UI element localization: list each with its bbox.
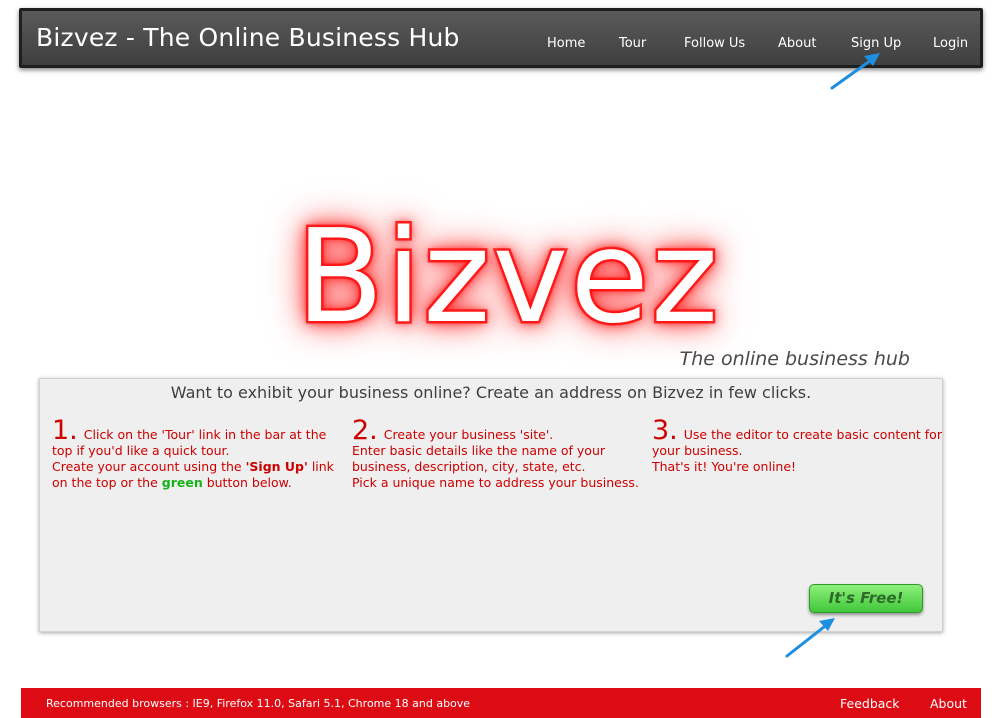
bizvez-neon-logo: Bizvez: [293, 201, 721, 355]
sign-up-emphasis: 'Sign Up': [245, 459, 308, 474]
nav-login-link[interactable]: Login: [933, 36, 968, 51]
recommended-browsers-text: Recommended browsers : IE9, Firefox 11.0…: [46, 697, 471, 710]
step-number: 1.: [52, 415, 78, 446]
step-1: 1. Click on the 'Tour' link in the bar at…: [52, 417, 342, 491]
arrow-pointer-icon: [830, 53, 880, 90]
its-free-button[interactable]: It's Free!: [809, 584, 923, 613]
step-text: Use the editor to create basic content f…: [652, 427, 942, 458]
step-text: Create your business 'site'.: [383, 427, 554, 442]
step-2: 2. Create your business 'site'. Enter bas…: [352, 417, 642, 491]
step-number: 3.: [652, 415, 678, 446]
footer-feedback-link[interactable]: Feedback: [840, 696, 900, 711]
nav-sign-up-link[interactable]: Sign Up: [851, 36, 901, 51]
arrow-pointer-icon: [785, 618, 835, 658]
step-text: button below.: [202, 475, 292, 490]
nav-about-link[interactable]: About: [778, 36, 816, 51]
step-text: Pick a unique name to address your busin…: [352, 475, 639, 490]
step-text: Enter basic details like the name of you…: [352, 443, 606, 474]
nav-home-link[interactable]: Home: [547, 36, 585, 51]
green-emphasis: green: [161, 475, 203, 490]
step-number: 2.: [352, 415, 378, 446]
step-text: Create your account using the: [52, 459, 246, 474]
footer-about-link[interactable]: About: [930, 696, 967, 711]
footer-bar: Recommended browsers : IE9, Firefox 11.0…: [21, 688, 981, 718]
step-3: 3. Use the editor to create basic content…: [652, 417, 942, 475]
step-text: Click on the 'Tour' link in the bar at t…: [52, 427, 327, 458]
step-text: That's it! You're online!: [652, 459, 797, 474]
panel-heading: Want to exhibit your business online? Cr…: [170, 383, 812, 402]
tagline: The online business hub: [679, 348, 910, 370]
nav-tour-link[interactable]: Tour: [619, 36, 646, 51]
nav-follow-us-link[interactable]: Follow Us: [684, 36, 745, 51]
intro-panel: Want to exhibit your business online? Cr…: [39, 378, 943, 632]
